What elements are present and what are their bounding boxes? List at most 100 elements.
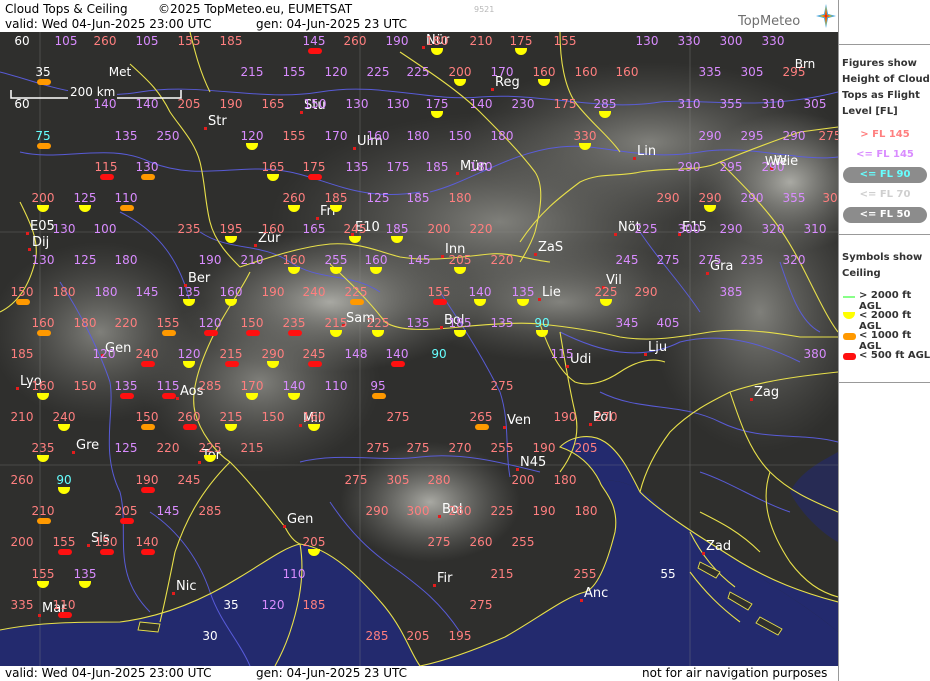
- flight-level-label: 190: [385, 34, 409, 48]
- flight-level-label: 180: [448, 191, 472, 205]
- flight-level-label: 385: [719, 285, 743, 299]
- flight-level-label: 90: [56, 473, 72, 487]
- flight-level-label: 195: [448, 629, 472, 643]
- flight-level-label: 260: [93, 34, 117, 48]
- flight-level-label: 225: [406, 65, 430, 79]
- flight-level-label: 135: [345, 160, 369, 174]
- flight-level-label: 180: [52, 285, 76, 299]
- flight-level-label: 275: [386, 410, 410, 424]
- city-marker: [16, 387, 19, 390]
- flight-level-label: 95: [370, 379, 386, 393]
- ceiling-symbol: [37, 79, 51, 85]
- generated-time-bottom: gen: 04-Jun-2025 23 UTC: [256, 666, 408, 680]
- flight-level-label: 190: [261, 285, 285, 299]
- flight-level-label: 140: [469, 97, 493, 111]
- legend-divider: [839, 234, 930, 235]
- flight-level-label: 235: [282, 316, 306, 330]
- city-label: ZaS: [538, 240, 564, 255]
- flight-level-label: 300: [677, 222, 701, 236]
- flight-level-label: 160: [219, 285, 243, 299]
- compass-star-icon: [816, 4, 836, 28]
- flight-level-label: 150: [10, 285, 34, 299]
- flight-level-label: 140: [282, 379, 306, 393]
- ceiling-symbol: [246, 330, 260, 336]
- ceiling-symbol: [288, 330, 302, 336]
- flight-level-label: 405: [656, 316, 680, 330]
- flight-level-label: 185: [406, 191, 430, 205]
- flight-level-label: 120: [92, 347, 116, 361]
- ceiling-symbol: [204, 330, 218, 336]
- flight-level-label: 355: [782, 191, 806, 205]
- flight-level-label: 290: [656, 191, 680, 205]
- flight-level-label: 60: [14, 97, 30, 111]
- city-label: Anc: [584, 586, 609, 601]
- flight-level-label: 245: [343, 222, 367, 236]
- flight-level-label: 210: [10, 410, 34, 424]
- flight-level-label: 215: [219, 410, 243, 424]
- topmeteo-logo[interactable]: TopMeteo: [736, 4, 836, 30]
- flight-level-label: 305: [740, 65, 764, 79]
- legend-ceiling-swatch: [843, 333, 856, 340]
- flight-level-label: 190: [532, 441, 556, 455]
- flight-level-label: 285: [593, 97, 617, 111]
- ceiling-symbol: [475, 424, 489, 430]
- flight-level-label: 185: [425, 160, 449, 174]
- legend-flight-level-row: > FL 145: [860, 129, 910, 140]
- flight-level-label: 235: [740, 253, 764, 267]
- flight-level-label: 275: [406, 441, 430, 455]
- flight-level-label: 100: [93, 222, 117, 236]
- ceiling-symbol: [350, 299, 364, 305]
- flight-level-label: 290: [782, 129, 806, 143]
- ceiling-symbol: [391, 361, 405, 367]
- flight-level-label: 290: [698, 191, 722, 205]
- flight-level-label: 90: [431, 347, 447, 361]
- city-label: Gre: [76, 438, 100, 453]
- flight-level-label: 275: [469, 598, 493, 612]
- city-label: Lin: [637, 144, 657, 159]
- city-marker: [38, 614, 41, 617]
- flight-level-label: 225: [634, 222, 658, 236]
- flight-level-label: 255: [324, 253, 348, 267]
- legend-flight-level-row: <= FL 70: [859, 189, 911, 200]
- flight-level-label: 200: [511, 473, 535, 487]
- flight-level-label: 155: [427, 285, 451, 299]
- flight-level-label: 30: [202, 629, 218, 643]
- flight-level-label: 55: [660, 567, 676, 581]
- flight-level-label: 235: [31, 441, 55, 455]
- flight-level-label: 145: [156, 504, 180, 518]
- satellite-map[interactable]: 200 km Nür Reg Stu Str Ulm Mün Lin Wie Fri E05 Dij…: [0, 32, 838, 666]
- flight-level-label: 170: [240, 379, 264, 393]
- ceiling-symbol: [141, 487, 155, 493]
- city-marker: [438, 515, 441, 518]
- flight-level-label: 145: [407, 253, 431, 267]
- flight-level-label: 165: [261, 160, 285, 174]
- city-label: Nic: [176, 579, 197, 594]
- valid-time-top: valid: Wed 04-Jun-2025 23:00 UTC: [5, 17, 212, 31]
- legend-title-line: Ceiling: [842, 268, 881, 279]
- flight-level-label: 110: [324, 379, 348, 393]
- flight-level-label: 165: [261, 97, 285, 111]
- flight-level-label: 140: [135, 535, 159, 549]
- flight-level-label: 150: [135, 410, 159, 424]
- flight-level-label: 160: [615, 65, 639, 79]
- flight-level-label: 240: [302, 285, 326, 299]
- flight-level-label: 185: [10, 347, 34, 361]
- flight-level-label: 305: [803, 97, 827, 111]
- flight-level-label: 285: [365, 629, 389, 643]
- flight-level-label: 155: [156, 316, 180, 330]
- flight-level-label: 290: [740, 191, 764, 205]
- flight-level-label: 335: [698, 65, 722, 79]
- flight-level-label: 320: [782, 253, 806, 267]
- flight-level-label: 210: [31, 504, 55, 518]
- legend-title-line: Symbols show: [842, 252, 923, 263]
- flight-level-label: 215: [240, 441, 264, 455]
- flight-level-label: 205: [177, 97, 201, 111]
- flight-level-label: 60: [14, 34, 30, 48]
- flight-level-label: 255: [511, 535, 535, 549]
- flight-level-label: 355: [719, 97, 743, 111]
- legend-ceiling-swatch: [843, 312, 855, 319]
- flight-level-label: 115: [550, 347, 574, 361]
- flight-level-label: 145: [302, 34, 326, 48]
- flight-level-label: 35: [35, 65, 51, 79]
- city-marker: [750, 398, 753, 401]
